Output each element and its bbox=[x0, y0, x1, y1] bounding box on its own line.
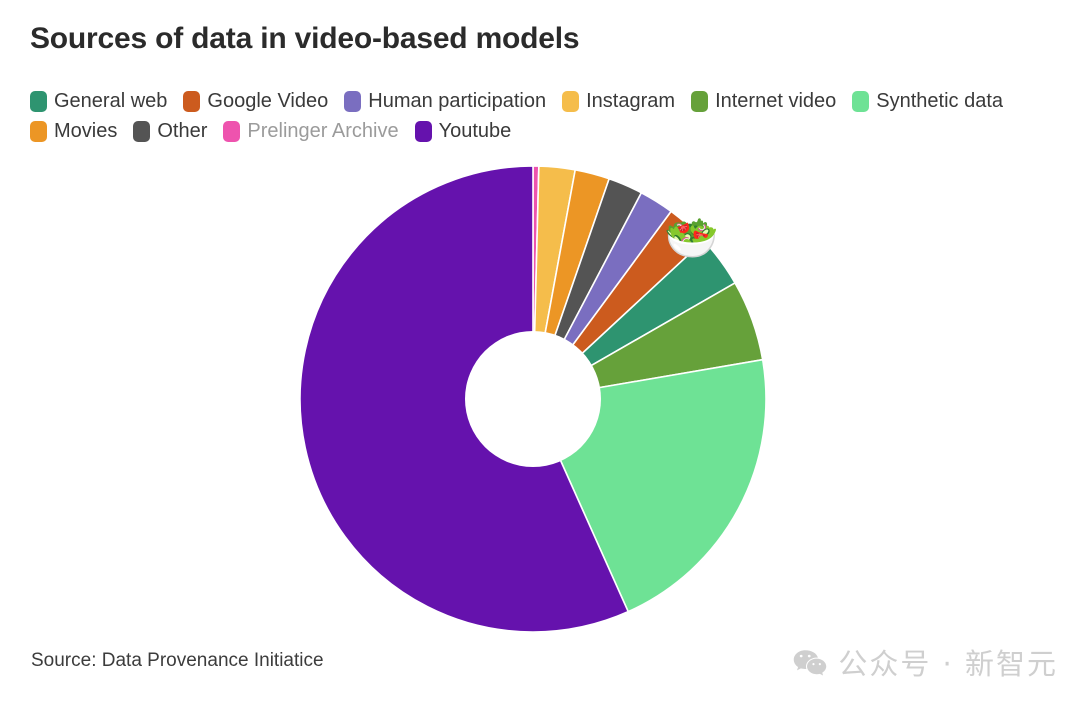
legend-swatch-icon bbox=[344, 90, 362, 112]
legend-item-label: Internet video bbox=[715, 89, 837, 112]
donut-center-hole bbox=[465, 331, 601, 467]
legend-item-label: Youtube bbox=[438, 119, 512, 142]
legend-swatch-icon bbox=[414, 120, 432, 142]
legend-swatch-icon bbox=[562, 90, 580, 112]
chart-legend: General web Google Video Human participati… bbox=[30, 89, 1040, 143]
legend-item-label: Google Video bbox=[207, 89, 329, 112]
legend-swatch-icon bbox=[852, 90, 870, 112]
watermark-text: 公众号 · 新智元 bbox=[838, 647, 1058, 681]
legend-item-label: Prelinger Archive bbox=[247, 119, 399, 142]
pie-slice-other[interactable] bbox=[532, 178, 643, 400]
legend-item-prelinger-archive[interactable]: Prelinger Archive bbox=[223, 119, 399, 143]
legend-item-label: General web bbox=[54, 89, 168, 112]
legend-swatch-icon bbox=[30, 90, 47, 112]
legend-item-label: Synthetic data bbox=[876, 89, 1004, 112]
page-title: Sources of data in video-based models bbox=[30, 22, 580, 55]
chart-page: Sources of data in video-based models Ge… bbox=[0, 0, 1080, 706]
legend-swatch-icon bbox=[30, 120, 47, 142]
legend-swatch-icon bbox=[183, 90, 201, 112]
legend-item-youtube[interactable]: Youtube bbox=[414, 119, 512, 143]
pie-slice-synthetic-data[interactable] bbox=[532, 358, 767, 613]
pie-slice-human-participation[interactable] bbox=[532, 191, 672, 400]
legend-item-other[interactable]: Other bbox=[133, 119, 207, 143]
legend-item-label: Movies bbox=[54, 119, 118, 142]
legend-item-google-video[interactable]: Google Video bbox=[183, 89, 328, 113]
legend-item-internet-video[interactable]: Internet video bbox=[691, 89, 836, 113]
salad-bowl-emoji: 🥗 bbox=[664, 214, 719, 263]
pie-slice-instagram[interactable] bbox=[532, 165, 577, 400]
source-note: Source: Data Provenance Initiatice bbox=[31, 650, 324, 671]
legend-item-label: Instagram bbox=[586, 89, 676, 112]
legend-item-human-participation[interactable]: Human participation bbox=[344, 89, 546, 113]
pie-slice-movies[interactable] bbox=[532, 169, 610, 400]
legend-item-instagram[interactable]: Instagram bbox=[562, 89, 675, 113]
wechat-icon bbox=[794, 650, 827, 676]
legend-swatch-icon bbox=[691, 90, 709, 112]
legend-swatch-icon bbox=[133, 120, 151, 142]
pie-slice-prelinger-archive[interactable] bbox=[532, 165, 540, 400]
watermark: 公众号 · 新智元 bbox=[793, 641, 1058, 683]
legend-item-movies[interactable]: Movies bbox=[30, 119, 117, 143]
legend-swatch-icon bbox=[223, 120, 241, 142]
legend-item-general-web[interactable]: General web bbox=[30, 89, 167, 113]
legend-item-label: Human participation bbox=[368, 89, 547, 112]
legend-item-synthetic-data[interactable]: Synthetic data bbox=[852, 89, 1003, 113]
legend-item-label: Other bbox=[157, 119, 208, 142]
pie-slice-internet-video[interactable] bbox=[532, 282, 764, 400]
pie-slice-youtube[interactable] bbox=[299, 165, 630, 633]
